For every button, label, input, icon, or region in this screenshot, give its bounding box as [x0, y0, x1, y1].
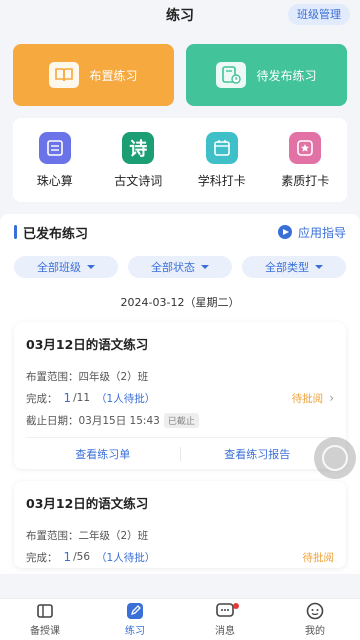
unread-dot — [233, 603, 239, 609]
published-section: 已发布练习 应用指导 全部班级 全部状态 全部类型 2024-03-12（星期二… — [0, 214, 360, 574]
deadline-value: 03月15日 15:43 — [78, 414, 160, 427]
filter-label: 全部类型 — [265, 261, 309, 274]
app-guide-label: 应用指导 — [297, 225, 346, 240]
practice-card[interactable]: 03月12日的语文练习 布置范围： 二年级（2）班 完成： 1 /56 （1人待… — [14, 481, 346, 568]
filter-type[interactable]: 全部类型 — [242, 256, 346, 278]
bottom-tab-bar: 备授课 练习 消息 我的 — [0, 598, 360, 640]
card-actions: 查看练习单 查看练习报告 — [26, 437, 334, 469]
circle-icon — [322, 445, 348, 471]
filter-class[interactable]: 全部班级 — [14, 256, 118, 278]
done-label: 完成： — [26, 392, 58, 405]
abacus-icon — [38, 131, 71, 164]
status-label: 待批阅 — [291, 392, 324, 405]
pending-publish-label: 待发布练习 — [256, 68, 317, 83]
caret-down-icon — [87, 265, 95, 269]
class-manage-button[interactable]: 班级管理 — [288, 4, 350, 25]
book-icon — [49, 62, 80, 88]
calendar-icon — [205, 131, 238, 164]
caret-down-icon — [201, 265, 209, 269]
done-count: 1 — [63, 391, 72, 405]
total-count: /11 — [73, 392, 91, 404]
scope-value: 二年级（2）班 — [78, 529, 149, 542]
status-label: 待批阅 — [302, 551, 335, 564]
tab-messages[interactable]: 消息 — [180, 599, 270, 640]
card-title: 03月12日的语文练习 — [26, 337, 149, 352]
pending-count: （1人待批） — [96, 551, 156, 564]
star-badge-icon — [289, 131, 322, 164]
shortcut-label: 学科打卡 — [197, 173, 246, 188]
floating-assistive-button[interactable] — [314, 437, 356, 479]
published-header: 已发布练习 应用指导 — [0, 214, 360, 250]
scope-label: 布置范围： — [26, 370, 79, 383]
top-bar: 练习 班级管理 — [0, 0, 360, 30]
message-icon — [215, 602, 235, 620]
done-count: 1 — [63, 550, 72, 564]
page-title: 练习 — [166, 8, 194, 24]
pencil-icon — [125, 602, 145, 620]
assign-practice-button[interactable]: 布置练习 — [13, 44, 174, 106]
book-open-icon — [35, 602, 55, 620]
completion-row: 完成： 1 /11 （1人待批） 待批阅 › — [26, 387, 334, 409]
filter-label: 全部班级 — [37, 261, 81, 274]
shortcut-poem[interactable]: 诗 古文诗词 — [103, 131, 173, 189]
tab-prepare[interactable]: 备授课 — [0, 599, 90, 640]
primary-actions: 布置练习 待发布练习 — [0, 30, 360, 106]
tab-me[interactable]: 我的 — [270, 599, 360, 640]
assign-practice-label: 布置练习 — [89, 68, 138, 83]
completion-row: 完成： 1 /56 （1人待批） 待批阅 — [26, 546, 334, 568]
tab-label: 练习 — [125, 626, 145, 637]
review-status-link[interactable]: 待批阅 — [303, 550, 335, 565]
app-guide-link[interactable]: 应用指导 — [277, 224, 346, 241]
view-worksheet-button[interactable]: 查看练习单 — [26, 446, 180, 462]
shortcut-label: 素质打卡 — [281, 173, 330, 188]
published-title-text: 已发布练习 — [23, 226, 89, 242]
shortcut-label: 珠心算 — [36, 173, 73, 188]
shortcut-quality-checkin[interactable]: 素质打卡 — [270, 131, 340, 189]
view-report-button[interactable]: 查看练习报告 — [181, 446, 335, 462]
clock-document-icon — [216, 62, 247, 88]
tab-label: 我的 — [305, 626, 325, 637]
chevron-right-icon: › — [329, 391, 334, 405]
ended-badge: 已截止 — [163, 412, 199, 428]
scope-value: 四年级（2）班 — [78, 370, 149, 383]
card-title: 03月12日的语文练习 — [26, 496, 149, 511]
date-heading: 2024-03-12（星期二） — [120, 296, 240, 309]
shortcut-subject-checkin[interactable]: 学科打卡 — [187, 131, 257, 189]
user-icon — [305, 602, 325, 620]
tab-label: 消息 — [215, 626, 235, 637]
play-icon — [277, 225, 292, 239]
shortcut-grid: 珠心算 诗 古文诗词 学科打卡 素质打卡 — [13, 118, 347, 202]
pending-publish-button[interactable]: 待发布练习 — [186, 44, 347, 106]
done-label: 完成： — [26, 551, 58, 564]
scope-row: 布置范围： 四年级（2）班 — [26, 365, 334, 387]
tab-practice[interactable]: 练习 — [90, 599, 180, 640]
tab-label: 备授课 — [30, 626, 60, 637]
deadline-row: 截止日期： 03月15日 15:43 已截止 — [26, 409, 334, 431]
scope-label: 布置范围： — [26, 529, 79, 542]
scope-row: 布置范围： 二年级（2）班 — [26, 524, 334, 546]
filter-status[interactable]: 全部状态 — [128, 256, 232, 278]
total-count: /56 — [73, 551, 91, 563]
caret-down-icon — [315, 265, 323, 269]
deadline-label: 截止日期： — [26, 414, 79, 427]
title-accent-bar — [14, 225, 17, 239]
poem-icon: 诗 — [122, 131, 155, 164]
shortcut-abacus[interactable]: 珠心算 — [20, 131, 90, 189]
practice-card[interactable]: 03月12日的语文练习 布置范围： 四年级（2）班 完成： 1 /11 （1人待… — [14, 322, 346, 469]
published-title: 已发布练习 — [14, 223, 88, 242]
pending-count: （1人待批） — [96, 392, 156, 405]
filter-label: 全部状态 — [151, 261, 195, 274]
filter-bar: 全部班级 全部状态 全部类型 — [0, 250, 360, 278]
review-status-link[interactable]: 待批阅 › — [292, 391, 334, 406]
shortcut-label: 古文诗词 — [114, 173, 163, 188]
